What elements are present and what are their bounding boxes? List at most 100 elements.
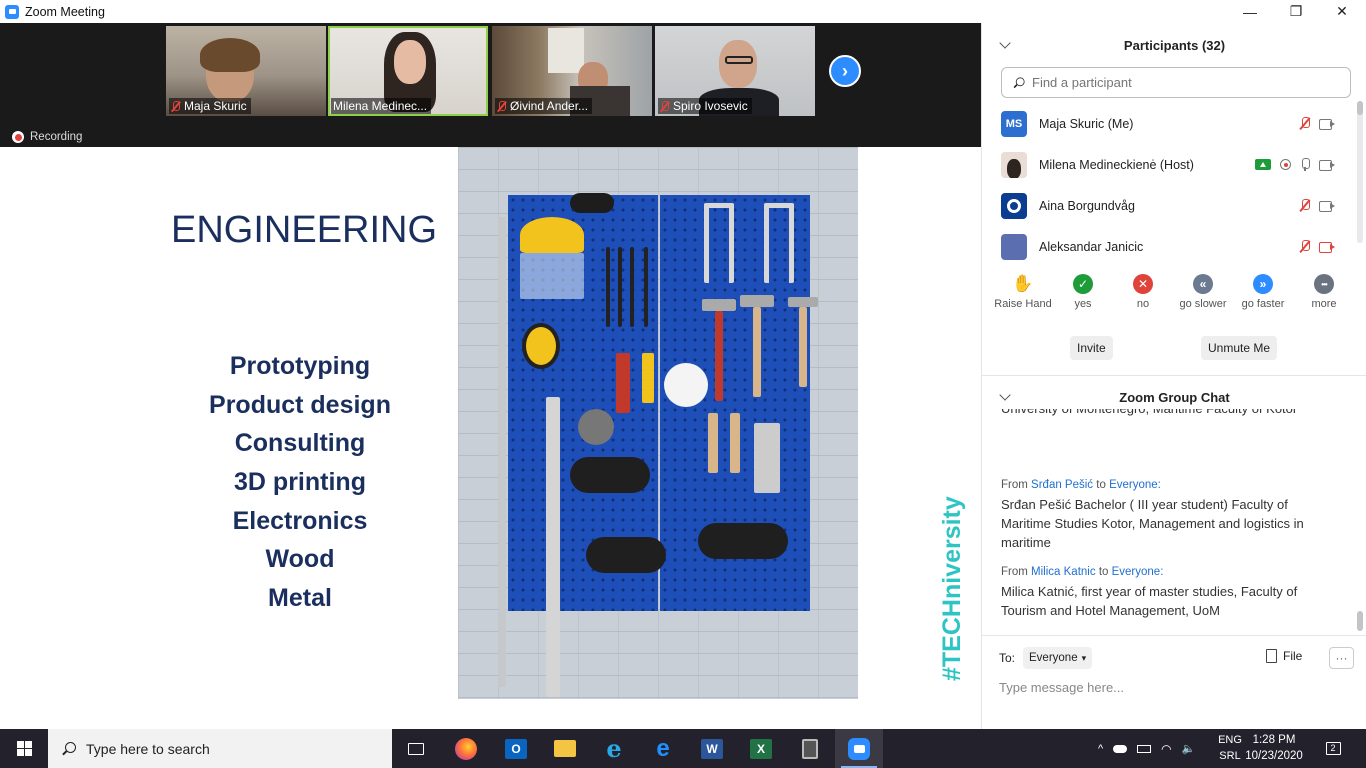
recording-label: Recording: [30, 131, 83, 143]
chat-scrollbar[interactable]: [1357, 611, 1363, 631]
invite-button[interactable]: Invite: [1070, 336, 1113, 360]
edge-icon: e: [656, 734, 670, 762]
service-item: 3D printing: [234, 468, 366, 497]
volume-icon[interactable]: 🔈: [1182, 742, 1196, 755]
participant-row[interactable]: Aleksandar Janicic: [982, 226, 1357, 267]
cloud-icon[interactable]: [1113, 744, 1128, 753]
battery-icon[interactable]: [1137, 744, 1152, 753]
participant-search[interactable]: [1001, 67, 1351, 98]
participant-row[interactable]: Aina Borgundvåg: [982, 185, 1357, 226]
camera-off-icon[interactable]: [1319, 241, 1335, 253]
chevron-down-icon: ▾: [1081, 652, 1087, 663]
mic-icon[interactable]: [1300, 158, 1310, 171]
service-item: Electronics: [232, 506, 368, 535]
chevron-down-icon[interactable]: [999, 389, 1011, 401]
participants-title: Participants (32): [1123, 37, 1226, 53]
recipient-dropdown[interactable]: Everyone ▾: [1023, 647, 1093, 669]
drill-bit-case: [754, 423, 780, 493]
service-item: Product design: [209, 390, 391, 419]
services-list: Prototyping Product design Consulting 3D…: [150, 347, 450, 618]
participant-name: Maja Skuric (Me): [1039, 116, 1134, 131]
hashtag-label: #TECHniversity: [938, 496, 966, 681]
helmet-visor: [520, 217, 584, 253]
camera-icon[interactable]: [1319, 118, 1335, 130]
clock[interactable]: 1:28 PM 10/23/2020: [1244, 732, 1304, 764]
go-faster-button[interactable]: » go faster: [1228, 274, 1298, 310]
participant-name-tag: Milena Medinec...: [331, 98, 432, 114]
recording-indicator[interactable]: Recording: [12, 131, 82, 143]
participant-scroll-track[interactable]: [1357, 101, 1363, 243]
zoom-icon: [848, 737, 870, 760]
maximize-button[interactable]: ❐: [1273, 0, 1319, 23]
chevron-up-icon[interactable]: ^: [1098, 743, 1103, 755]
wire-brush: [578, 409, 614, 445]
chat-more-button[interactable]: ···: [1329, 647, 1354, 669]
chat-recipient-row: To: Everyone ▾: [999, 647, 1093, 669]
sender-name[interactable]: Milica Katnic: [1031, 566, 1096, 578]
participant-search-input[interactable]: [1032, 75, 1332, 90]
sender-name[interactable]: Srđan Pešić: [1031, 479, 1093, 491]
video-thumbnail[interactable]: Maja Skuric: [166, 26, 326, 116]
chevron-right-icon: ›: [842, 60, 848, 81]
pliers: [616, 353, 630, 413]
file-button[interactable]: File: [1266, 649, 1302, 663]
task-view-button[interactable]: [392, 729, 440, 768]
zoom-logo-icon: [5, 4, 19, 19]
camera-icon[interactable]: [1319, 159, 1335, 171]
notification-center-button[interactable]: 2: [1320, 737, 1346, 759]
unmute-me-button[interactable]: Unmute Me: [1201, 336, 1278, 360]
hammer: [702, 299, 736, 311]
edge-button[interactable]: e: [639, 729, 687, 768]
recipient-name[interactable]: Everyone:: [1109, 479, 1161, 491]
chat-message-text: University of Montenegro, Maritime Facul…: [1001, 409, 1331, 418]
language-indicator[interactable]: ENG SRL: [1215, 732, 1245, 764]
mic-muted-icon: [660, 100, 669, 112]
wifi-icon[interactable]: ◠: [1161, 742, 1171, 756]
participant-name: Aleksandar Janicic: [1039, 239, 1144, 254]
chat-header: Zoom Group Chat: [982, 385, 1366, 409]
gallery-strip: Maja Skuric Milena Medinec... Øivind And…: [0, 23, 981, 147]
next-page-button[interactable]: ›: [829, 55, 861, 87]
goggles: [570, 193, 614, 213]
notification-icon: 2: [1325, 741, 1341, 755]
video-thumbnail[interactable]: Spiro Ivosevic: [655, 26, 815, 116]
fast-forward-icon: »: [1253, 274, 1273, 294]
avatar: MS: [1001, 110, 1027, 137]
clock-time: 1:28 PM: [1252, 734, 1296, 746]
chat-message-input[interactable]: [999, 677, 1349, 697]
chat-messages: University of Montenegro, Maritime Facul…: [1001, 409, 1346, 635]
outlook-icon: O: [505, 738, 527, 759]
participant-row[interactable]: MS Maja Skuric (Me): [982, 103, 1357, 144]
internet-explorer-button[interactable]: e: [590, 729, 638, 768]
close-button[interactable]: ✕: [1319, 0, 1365, 23]
file-explorer-button[interactable]: [541, 729, 589, 768]
calculator-button[interactable]: [786, 729, 834, 768]
participant-list: MS Maja Skuric (Me) Milena Medineckienė …: [982, 103, 1357, 268]
start-button[interactable]: [0, 729, 48, 768]
avatar: [1001, 233, 1027, 260]
participant-scrollbar[interactable]: [1357, 101, 1363, 115]
video-thumbnail-active-speaker[interactable]: Milena Medinec...: [328, 26, 488, 116]
title-bar: Zoom Meeting — ❐ ✕: [0, 0, 1366, 23]
recipient-name[interactable]: Everyone:: [1112, 566, 1164, 578]
mic-muted-icon[interactable]: [1300, 199, 1310, 212]
more-reactions-button[interactable]: ••• more: [1289, 274, 1359, 310]
participant-row[interactable]: Milena Medineckienė (Host): [982, 144, 1357, 185]
taskbar-search[interactable]: [48, 729, 392, 768]
camera-icon[interactable]: [1319, 200, 1335, 212]
mic-muted-icon[interactable]: [1300, 240, 1310, 253]
participant-name: Aina Borgundvåg: [1039, 198, 1135, 213]
firefox-button[interactable]: [442, 729, 490, 768]
checkmark-icon: ✓: [1073, 274, 1093, 294]
taskbar-search-input[interactable]: [86, 740, 366, 757]
outlook-button[interactable]: O: [492, 729, 540, 768]
to-label: To:: [999, 651, 1016, 665]
zoom-taskbar-button[interactable]: [835, 729, 883, 768]
minimize-button[interactable]: —: [1227, 0, 1273, 23]
chevron-down-icon[interactable]: [999, 37, 1011, 49]
excel-button[interactable]: X: [737, 729, 785, 768]
internet-explorer-icon: e: [606, 734, 622, 763]
word-button[interactable]: W: [688, 729, 736, 768]
video-thumbnail[interactable]: Øivind Ander...: [492, 26, 652, 116]
mic-muted-icon[interactable]: [1300, 117, 1310, 130]
